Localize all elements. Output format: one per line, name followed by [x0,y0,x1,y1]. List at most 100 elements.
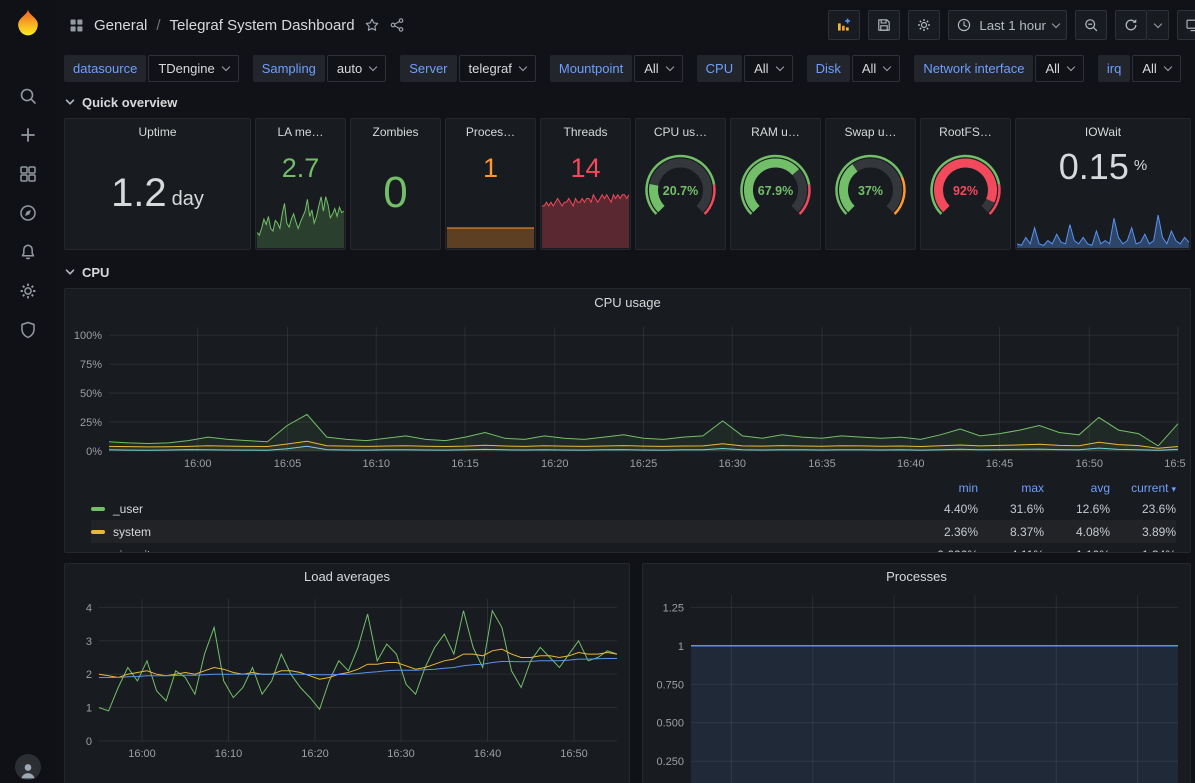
svg-text:16:35: 16:35 [808,458,836,470]
panel-title[interactable]: Zombies [351,119,440,143]
series-name[interactable]: _user [113,502,912,516]
series-swatch [91,553,105,554]
dashboard-variables: datasource TDengine Sampling auto Server… [56,50,1195,86]
breadcrumb-separator: / [156,17,160,34]
variable-cpu: CPU All [697,55,793,82]
share-icon[interactable] [389,17,405,33]
panel-title[interactable]: Proces… [446,119,535,143]
variable-value-dropdown[interactable]: TDengine [148,55,238,82]
chevron-down-icon [775,62,783,70]
dashboard-settings-button[interactable] [908,10,940,40]
clock-icon [956,17,972,33]
panel-processes: Processes 0.2500.5000.75011.25 [642,563,1191,783]
breadcrumb: General / Telegraf System Dashboard [68,17,405,34]
user-avatar[interactable] [15,754,41,780]
panel-title[interactable]: Uptime [65,119,250,143]
star-icon[interactable] [364,17,380,33]
svg-text:50%: 50% [80,388,102,400]
panel-iowait: IOWait 0.15 % [1015,118,1191,250]
quick-overview-row: Uptime 1.2 day LA me… 2.7 Zombies 0 [64,118,1191,250]
svg-text:37%: 37% [858,184,883,198]
panel-title[interactable]: Swap u… [826,119,915,143]
zoom-out-button[interactable] [1075,10,1107,40]
refresh-button[interactable] [1115,10,1147,40]
chevron-down-icon [883,62,891,70]
configuration-gear-icon[interactable] [6,274,50,308]
legend-col-avg[interactable]: avg [1044,481,1110,495]
variable-label: CPU [697,55,742,82]
svg-text:0: 0 [86,736,92,748]
gauge: 92% [921,141,1010,227]
explore-compass-icon[interactable] [6,196,50,230]
legend-col-current[interactable]: current▾ [1110,481,1176,495]
chevron-down-icon [665,62,673,70]
processes-chart[interactable]: 0.2500.5000.75011.25 [647,589,1186,783]
variable-label: Sampling [253,55,325,82]
sort-caret-icon: ▾ [1171,484,1176,494]
breadcrumb-folder[interactable]: General [94,17,147,34]
variable-label: Server [400,55,456,82]
dashboards-icon[interactable] [6,157,50,191]
cycle-view-button[interactable] [1177,10,1195,40]
legend-row-iowait: _iowait 0.626% 4.11% 1.10% 1.34% [91,543,1176,553]
row-quick-overview[interactable]: Quick overview [64,90,1191,114]
variable-value-dropdown[interactable]: auto [327,55,386,82]
panel-title[interactable]: LA me… [256,119,345,143]
panel-title[interactable]: CPU usage [65,289,1190,317]
panel-title[interactable]: RAM u… [731,119,820,143]
variable-datasource: datasource TDengine [64,55,239,82]
variable-value-dropdown[interactable]: All [1035,55,1083,82]
variable-network-interface: Network interface All [914,55,1084,82]
svg-text:16:00: 16:00 [184,458,212,470]
panel-title[interactable]: CPU us… [636,119,725,143]
panel-ram-usage-gauge: RAM u… 67.9% [730,118,821,250]
time-range-picker[interactable]: Last 1 hour [948,10,1067,40]
legend-col-max[interactable]: max [978,481,1044,495]
svg-text:0%: 0% [86,446,102,458]
row-cpu[interactable]: CPU [64,260,1191,284]
svg-text:75%: 75% [80,359,102,371]
legend-row-system: system 2.36% 8.37% 4.08% 3.89% [91,520,1176,543]
variable-label: Mountpoint [550,55,632,82]
load-averages-chart[interactable]: 0123416:0016:1016:2016:3016:4016:50 [69,589,625,767]
variable-value-dropdown[interactable]: All [744,55,792,82]
series-name[interactable]: _iowait [113,548,912,554]
panel-title[interactable]: IOWait [1016,119,1190,143]
svg-text:16:50: 16:50 [1076,458,1104,470]
chevron-down-icon [519,62,527,70]
panel-title[interactable]: RootFS… [921,119,1010,143]
svg-text:2: 2 [86,669,92,681]
series-name[interactable]: system [113,525,912,539]
panel-zombies: Zombies 0 [350,118,441,250]
variable-value-dropdown[interactable]: All [852,55,900,82]
svg-text:16:00: 16:00 [128,748,156,760]
variable-value-dropdown[interactable]: All [634,55,682,82]
refresh-interval-dropdown[interactable] [1147,10,1169,40]
grafana-logo[interactable] [13,8,43,38]
chevron-down-icon [1052,19,1060,27]
alerting-bell-icon[interactable] [6,235,50,269]
create-plus-icon[interactable] [6,118,50,152]
server-admin-shield-icon[interactable] [6,313,50,347]
variable-value-dropdown[interactable]: telegraf [459,55,536,82]
svg-text:16:30: 16:30 [718,458,746,470]
svg-text:16:40: 16:40 [897,458,925,470]
panel-title[interactable]: Load averages [65,564,629,589]
series-swatch [91,530,105,534]
save-dashboard-button[interactable] [868,10,900,40]
add-panel-button[interactable] [828,10,860,40]
search-icon[interactable] [6,79,50,113]
svg-text:16:40: 16:40 [474,748,502,760]
panel-load-averages: Load averages 0123416:0016:1016:2016:301… [64,563,630,783]
svg-text:16:45: 16:45 [986,458,1014,470]
svg-text:100%: 100% [74,330,102,342]
panel-title[interactable]: Threads [541,119,630,143]
panel-title[interactable]: Processes [643,564,1190,589]
cpu-usage-chart[interactable]: 0%25%50%75%100%16:0016:0516:1016:1516:20… [69,317,1186,477]
variable-server: Server telegraf [400,55,536,82]
cpu-usage-legend: min max avg current▾ _user 4.40% 31.6% 1… [65,479,1190,553]
variable-label: irq [1098,55,1130,82]
variable-value-dropdown[interactable]: All [1132,55,1180,82]
stat-value: 1 [446,155,535,182]
legend-col-min[interactable]: min [912,481,978,495]
